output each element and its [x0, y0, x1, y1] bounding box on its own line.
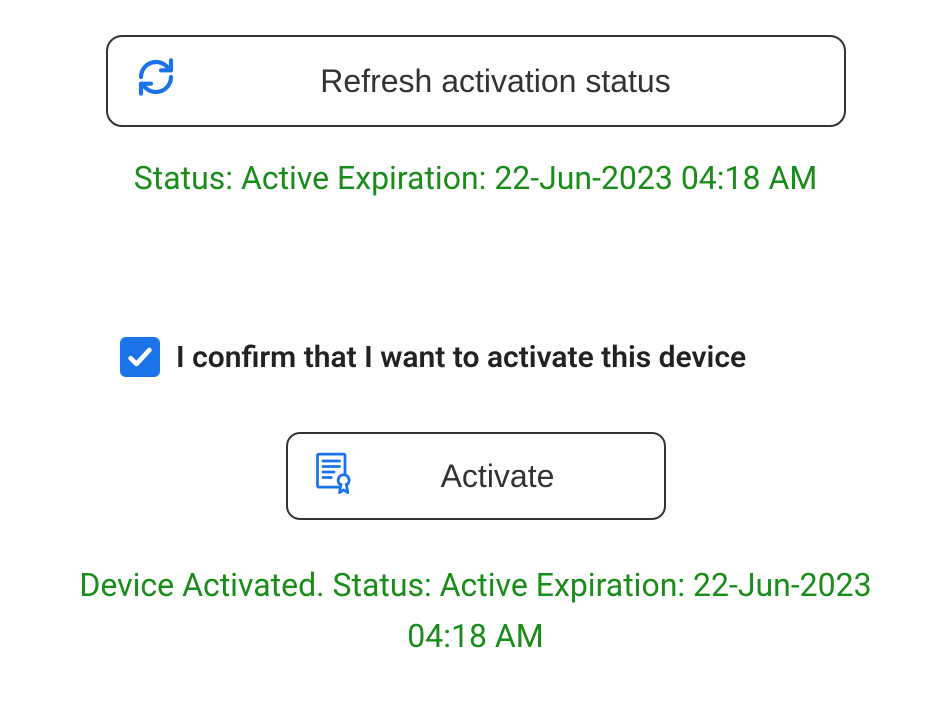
activate-button-label: Activate — [356, 458, 640, 495]
activation-status-text: Status: Active Expiration: 22-Jun-2023 0… — [40, 159, 911, 197]
activate-button[interactable]: Activate — [286, 432, 666, 520]
refresh-button-label: Refresh activation status — [176, 63, 816, 100]
device-activated-status-text: Device Activated. Status: Active Expirat… — [40, 560, 911, 662]
certificate-icon — [312, 450, 356, 502]
refresh-activation-button[interactable]: Refresh activation status — [106, 35, 846, 127]
refresh-icon — [136, 57, 176, 105]
confirm-activation-checkbox[interactable] — [120, 337, 160, 377]
confirm-activation-label: I confirm that I want to activate this d… — [176, 340, 746, 375]
checkmark-icon — [126, 343, 154, 371]
confirm-activation-row: I confirm that I want to activate this d… — [40, 337, 911, 377]
